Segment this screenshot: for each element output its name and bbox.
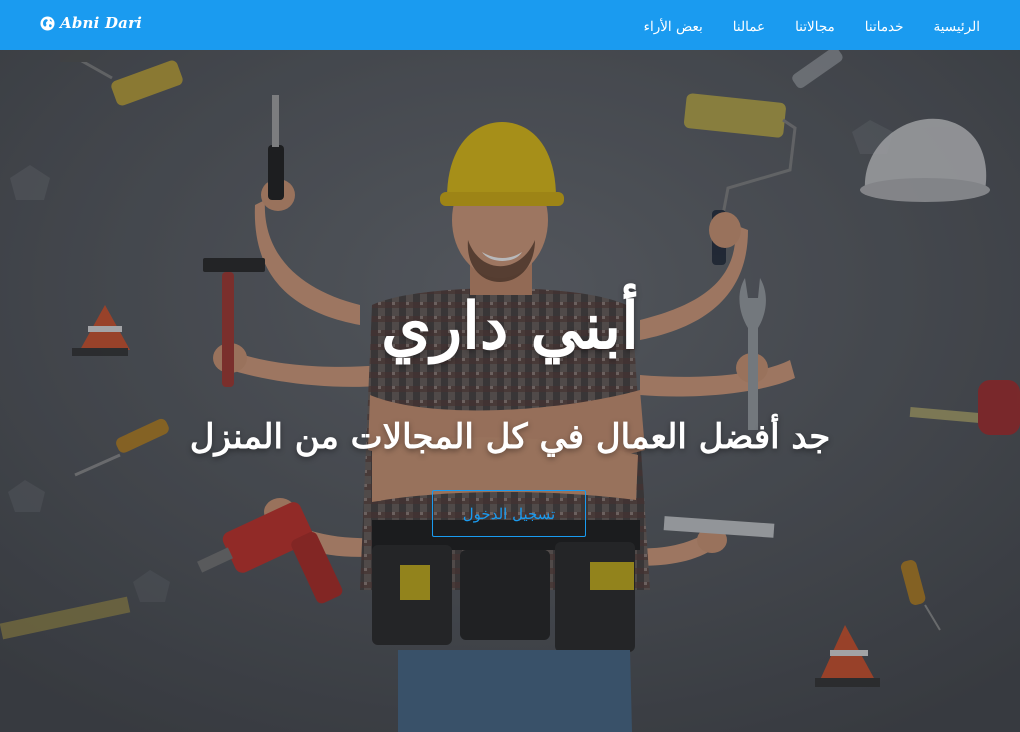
nav-link-workers[interactable]: عمالنا [733,19,765,35]
nav-item-testimonials: بعض الأراء [644,16,703,35]
hero-title: أبني داري [381,289,639,364]
nav-item-home: الرئيسية [934,16,981,35]
nav-item-fields: مجالاتنا [795,16,835,35]
nav-link-services[interactable]: خدماتنا [865,19,904,35]
login-button[interactable]: تسجيل الدخول [432,490,586,537]
hero-overlay [0,50,1020,732]
nav-item-workers: عمالنا [733,16,765,35]
nav-link-fields[interactable]: مجالاتنا [795,19,835,35]
navbar: Abni Dari الرئيسية خدماتنا مجالاتنا عمال… [0,0,1020,50]
globe-icon [40,15,55,31]
page: Abni Dari الرئيسية خدماتنا مجالاتنا عمال… [0,0,1020,732]
hero-subtitle: جد أفضل العمال في كل المجالات من المنزل [189,417,831,457]
nav-links: الرئيسية خدماتنا مجالاتنا عمالنا بعض الأ… [644,0,980,50]
hero-section: أبني داري جد أفضل العمال في كل المجالات … [0,50,1020,732]
nav-link-testimonials[interactable]: بعض الأراء [644,19,703,35]
nav-link-home[interactable]: الرئيسية [934,19,981,35]
brand-name: Abni Dari [60,14,143,32]
brand-link[interactable]: Abni Dari [40,14,142,32]
nav-item-services: خدماتنا [865,16,904,35]
